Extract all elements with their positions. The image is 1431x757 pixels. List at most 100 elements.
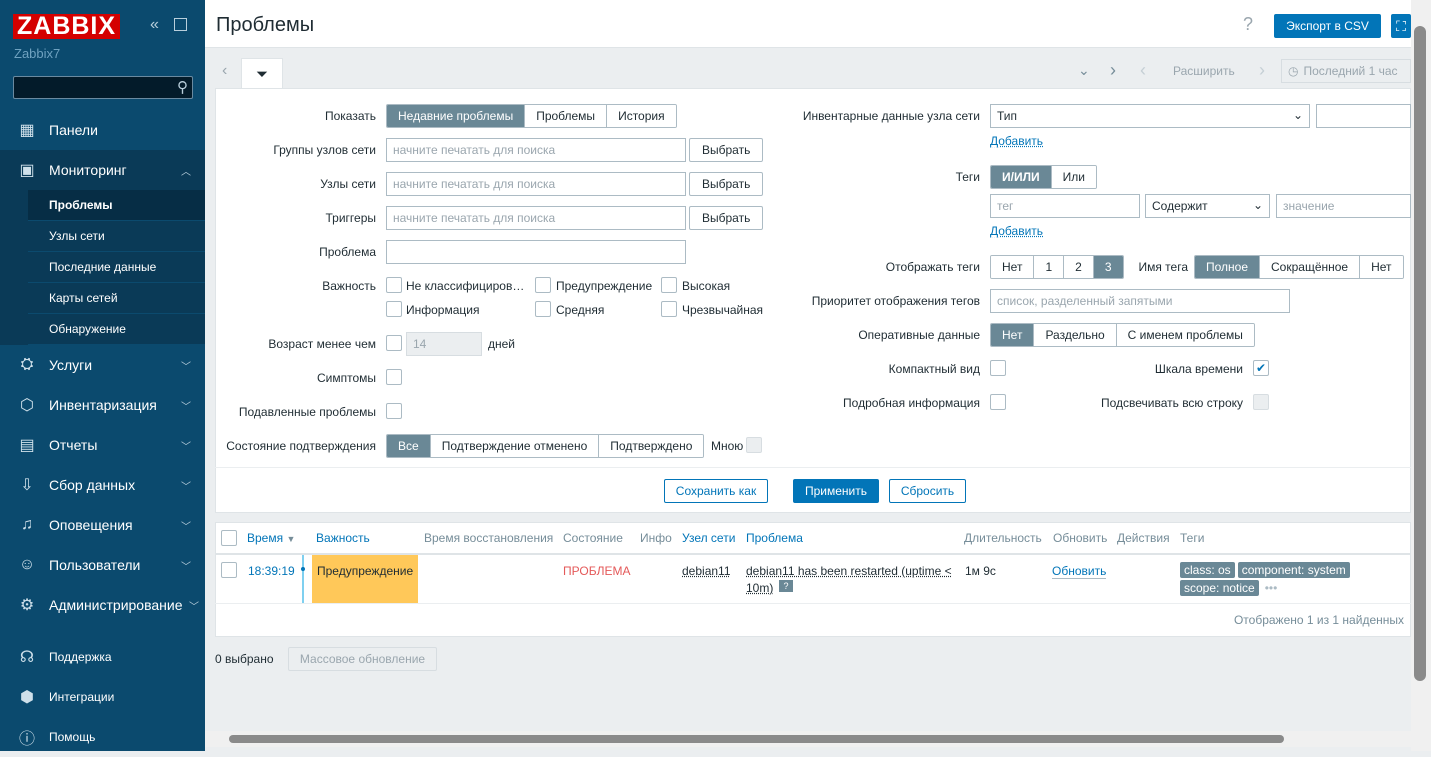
sidebar-item-inventory[interactable]: ⬡ Инвентаризация ﹀ bbox=[0, 385, 205, 425]
problem-input[interactable] bbox=[386, 240, 686, 264]
timeline-checkbox[interactable]: ✔ bbox=[1253, 360, 1269, 376]
tag[interactable]: class: os bbox=[1180, 562, 1235, 578]
sidebar-item-services[interactable]: ⛭ Услуги ﹀ bbox=[0, 345, 205, 385]
tag[interactable]: component: system bbox=[1237, 562, 1350, 578]
tags-add-link[interactable]: Добавить bbox=[990, 224, 1043, 238]
submenu-discovery[interactable]: Обнаружение bbox=[28, 314, 205, 345]
hosts-select-button[interactable]: Выбрать bbox=[689, 172, 764, 196]
tag-priority-input[interactable]: список, разделенный запятыми bbox=[990, 289, 1290, 313]
show-history[interactable]: История bbox=[606, 105, 676, 127]
severity-info-checkbox[interactable] bbox=[386, 301, 402, 317]
apply-button[interactable]: Применить bbox=[793, 479, 879, 503]
next-tab-icon[interactable]: › bbox=[1110, 60, 1116, 81]
sidebar-item-data-collection[interactable]: ⇩ Сбор данных ﹀ bbox=[0, 465, 205, 505]
row-problem[interactable]: debian11 has been restarted (uptime < bbox=[746, 564, 952, 578]
col-problem[interactable]: Проблема bbox=[746, 531, 803, 545]
inventory-value-input[interactable] bbox=[1316, 104, 1411, 128]
show-tags-3[interactable]: 3 bbox=[1092, 256, 1123, 278]
submenu-hosts[interactable]: Узлы сети bbox=[28, 221, 205, 252]
filter-tab[interactable]: ⏷ bbox=[241, 58, 283, 89]
collapse-sidebar-icon[interactable]: « bbox=[150, 16, 159, 34]
severity-disaster-checkbox[interactable] bbox=[661, 301, 677, 317]
sidebar-integrations[interactable]: ⬢ Интеграции bbox=[0, 677, 205, 717]
row-update-link[interactable]: Обновить bbox=[1052, 564, 1107, 579]
save-as-button[interactable]: Сохранить как bbox=[664, 479, 768, 503]
row-checkbox[interactable] bbox=[221, 562, 237, 578]
sidebar-item-users[interactable]: ☺ Пользователи ﹀ bbox=[0, 545, 205, 585]
age-input[interactable]: 14 bbox=[406, 332, 482, 356]
col-severity[interactable]: Важность bbox=[316, 531, 370, 545]
col-time[interactable]: Время ▼ bbox=[247, 531, 295, 545]
tags-or[interactable]: Или bbox=[1050, 166, 1096, 188]
sidebar-item-dashboards[interactable]: ▦ Панели bbox=[0, 110, 205, 150]
row-time[interactable]: 18:39:19 bbox=[248, 564, 295, 578]
severity-not-classified-checkbox[interactable] bbox=[386, 277, 402, 293]
ack-acked[interactable]: Подтверждено bbox=[598, 435, 704, 457]
ack-all[interactable]: Все bbox=[387, 435, 430, 457]
inventory-select[interactable]: Тип ⌄ bbox=[990, 104, 1310, 128]
show-recent[interactable]: Недавние проблемы bbox=[387, 105, 525, 127]
scrollbar-thumb[interactable] bbox=[1414, 26, 1426, 681]
tag-operator-select[interactable]: Содержит ⌄ bbox=[1145, 194, 1270, 218]
row-host[interactable]: debian11 bbox=[682, 564, 731, 578]
sidebar-support[interactable]: ☊ Поддержка bbox=[0, 637, 205, 677]
mass-update-button[interactable]: Массовое обновление bbox=[288, 647, 437, 671]
reset-button[interactable]: Сбросить bbox=[889, 479, 966, 503]
show-tags-1[interactable]: 1 bbox=[1033, 256, 1064, 278]
submenu-latest-data[interactable]: Последние данные bbox=[28, 252, 205, 283]
tag-name-short[interactable]: Сокращённое bbox=[1259, 256, 1360, 278]
prev-tab-icon[interactable]: ‹ bbox=[222, 62, 227, 80]
vertical-scrollbar[interactable] bbox=[1411, 0, 1431, 751]
problem-comment-icon[interactable]: ? bbox=[779, 580, 793, 592]
help-icon[interactable]: ? bbox=[1243, 14, 1253, 35]
time-period-button[interactable]: ◷ Последний 1 час bbox=[1281, 59, 1411, 83]
age-checkbox[interactable] bbox=[386, 335, 402, 351]
show-tags-none[interactable]: Нет bbox=[991, 256, 1034, 278]
sidebar-item-alerts[interactable]: ♫ Оповещения ﹀ bbox=[0, 505, 205, 545]
submenu-maps[interactable]: Карты сетей bbox=[28, 283, 205, 314]
opdata-with-problem[interactable]: С именем проблемы bbox=[1115, 324, 1254, 346]
fullscreen-icon[interactable]: ⛶ bbox=[1391, 14, 1411, 38]
export-csv-button[interactable]: Экспорт в CSV bbox=[1274, 14, 1381, 38]
highlight-checkbox[interactable] bbox=[1253, 394, 1269, 410]
zabbix-logo[interactable]: ZABBIX bbox=[13, 14, 121, 39]
severity-warning-checkbox[interactable] bbox=[535, 277, 551, 293]
tag[interactable]: scope: notice bbox=[1180, 580, 1259, 596]
show-tags-2[interactable]: 2 bbox=[1063, 256, 1093, 278]
time-back-icon[interactable]: ‹ bbox=[1140, 60, 1146, 81]
hostgroups-select-button[interactable]: Выбрать bbox=[689, 138, 764, 162]
triggers-input[interactable]: начните печатать для поиска bbox=[386, 206, 686, 230]
row-problem-cont[interactable]: 10m) bbox=[746, 581, 773, 595]
details-checkbox[interactable] bbox=[990, 394, 1006, 410]
sidebar-help[interactable]: ⓘ Помощь bbox=[0, 717, 205, 757]
chevron-down-icon[interactable]: ⌄ bbox=[1078, 62, 1090, 79]
tag-name-full[interactable]: Полное bbox=[1195, 256, 1260, 278]
tag-value-input[interactable]: значение bbox=[1276, 194, 1411, 218]
sidebar-item-monitoring[interactable]: ▣ Мониторинг ︿ bbox=[0, 150, 205, 190]
compact-checkbox[interactable] bbox=[990, 360, 1006, 376]
hostgroups-input[interactable]: начните печатать для поиска bbox=[386, 138, 686, 162]
show-problems[interactable]: Проблемы bbox=[524, 105, 607, 127]
opdata-separate[interactable]: Раздельно bbox=[1033, 324, 1116, 346]
horizontal-scrollbar[interactable] bbox=[205, 731, 1411, 747]
severity-average-checkbox[interactable] bbox=[535, 301, 551, 317]
inventory-add-link[interactable]: Добавить bbox=[990, 134, 1043, 148]
h-scrollbar-thumb[interactable] bbox=[229, 735, 1284, 743]
tag-input[interactable]: тег bbox=[990, 194, 1140, 218]
suppressed-checkbox[interactable] bbox=[386, 403, 402, 419]
hosts-input[interactable]: начните печатать для поиска bbox=[386, 172, 686, 196]
severity-high-checkbox[interactable] bbox=[661, 277, 677, 293]
col-host[interactable]: Узел сети bbox=[682, 531, 735, 545]
ack-unack[interactable]: Подтверждение отменено bbox=[429, 435, 599, 457]
search-icon[interactable]: ⚲ bbox=[177, 78, 188, 96]
more-tags-icon[interactable]: ••• bbox=[1265, 581, 1278, 595]
by-me-checkbox[interactable] bbox=[746, 437, 762, 453]
tags-and-or[interactable]: И/ИЛИ bbox=[991, 166, 1051, 188]
submenu-problems[interactable]: Проблемы bbox=[28, 190, 205, 221]
select-all-checkbox[interactable] bbox=[221, 530, 237, 546]
time-forward-icon[interactable]: › bbox=[1259, 60, 1265, 81]
triggers-select-button[interactable]: Выбрать bbox=[689, 206, 764, 230]
sidebar-item-reports[interactable]: ▤ Отчеты ﹀ bbox=[0, 425, 205, 465]
tag-name-none[interactable]: Нет bbox=[1359, 256, 1403, 278]
zoom-out-button[interactable]: Расширить bbox=[1173, 64, 1235, 78]
